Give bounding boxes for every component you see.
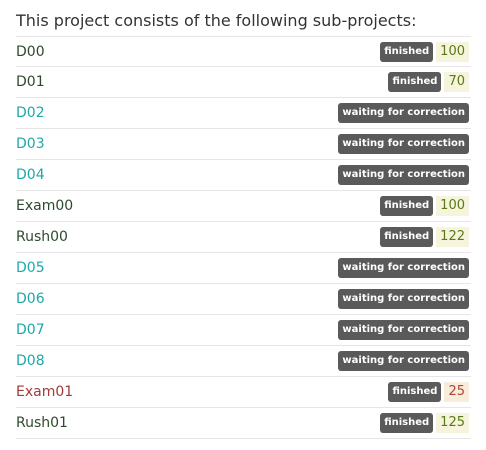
status-badge: waiting for correction (338, 103, 469, 123)
status-badge: waiting for correction (338, 258, 469, 278)
subproject-row: D00 finished 100 (16, 36, 471, 67)
subproject-name[interactable]: D07 (16, 322, 45, 338)
score-value: 100 (436, 196, 469, 216)
section-title: This project consists of the following s… (16, 11, 417, 30)
score-value: 122 (436, 227, 469, 247)
status-badge: waiting for correction (338, 320, 469, 340)
status-badge: waiting for correction (338, 289, 469, 309)
subproject-row: Rush01 finished 125 (16, 408, 471, 439)
subproject-row: D03 waiting for correction (16, 129, 471, 160)
status-badge: waiting for correction (338, 351, 469, 371)
subproject-row: D04 waiting for correction (16, 160, 471, 191)
subproject-row: D05 waiting for correction (16, 253, 471, 284)
subproject-status: finished 100 (380, 196, 469, 216)
subproject-status: waiting for correction (338, 351, 469, 371)
subproject-row: Exam01 finished 25 (16, 377, 471, 408)
subproject-name[interactable]: D05 (16, 260, 45, 276)
score-value: 100 (436, 42, 469, 62)
subproject-status: waiting for correction (338, 289, 469, 309)
subproject-name[interactable]: Rush01 (16, 415, 68, 431)
status-badge: finished (380, 413, 434, 433)
status-badge: finished (388, 382, 442, 402)
subproject-status: finished 122 (380, 227, 469, 247)
subproject-name[interactable]: D06 (16, 291, 45, 307)
subproject-status: finished 125 (380, 413, 469, 433)
subproject-list: D00 finished 100 D01 finished 70 D02 wai… (16, 36, 471, 439)
subproject-name[interactable]: D00 (16, 44, 45, 60)
status-badge: finished (380, 227, 434, 247)
subproject-name[interactable]: D08 (16, 353, 45, 369)
subproject-row: Rush00 finished 122 (16, 222, 471, 253)
score-value: 25 (444, 382, 469, 402)
subproject-status: finished 70 (388, 72, 469, 92)
status-badge: waiting for correction (338, 165, 469, 185)
subproject-name[interactable]: D01 (16, 74, 45, 90)
subproject-status: waiting for correction (338, 134, 469, 154)
subproject-row: D07 waiting for correction (16, 315, 471, 346)
subproject-row: D08 waiting for correction (16, 346, 471, 377)
status-badge: waiting for correction (338, 134, 469, 154)
score-value: 70 (444, 72, 469, 92)
score-value: 125 (436, 413, 469, 433)
subproject-name[interactable]: D04 (16, 167, 45, 183)
subproject-row: Exam00 finished 100 (16, 191, 471, 222)
subproject-row: D06 waiting for correction (16, 284, 471, 315)
subproject-status: waiting for correction (338, 103, 469, 123)
status-badge: finished (380, 42, 434, 62)
status-badge: finished (388, 72, 442, 92)
subproject-row: D01 finished 70 (16, 67, 471, 98)
status-badge: finished (380, 196, 434, 216)
subproject-name[interactable]: Rush00 (16, 229, 68, 245)
subproject-name[interactable]: Exam01 (16, 384, 73, 400)
subproject-name[interactable]: D03 (16, 136, 45, 152)
subproject-name[interactable]: D02 (16, 105, 45, 121)
subproject-status: waiting for correction (338, 165, 469, 185)
subproject-row: D02 waiting for correction (16, 98, 471, 129)
subproject-status: waiting for correction (338, 258, 469, 278)
subproject-status: finished 100 (380, 42, 469, 62)
subproject-status: waiting for correction (338, 320, 469, 340)
subprojects-panel: This project consists of the following s… (0, 0, 486, 450)
subproject-status: finished 25 (388, 382, 469, 402)
subproject-name[interactable]: Exam00 (16, 198, 73, 214)
